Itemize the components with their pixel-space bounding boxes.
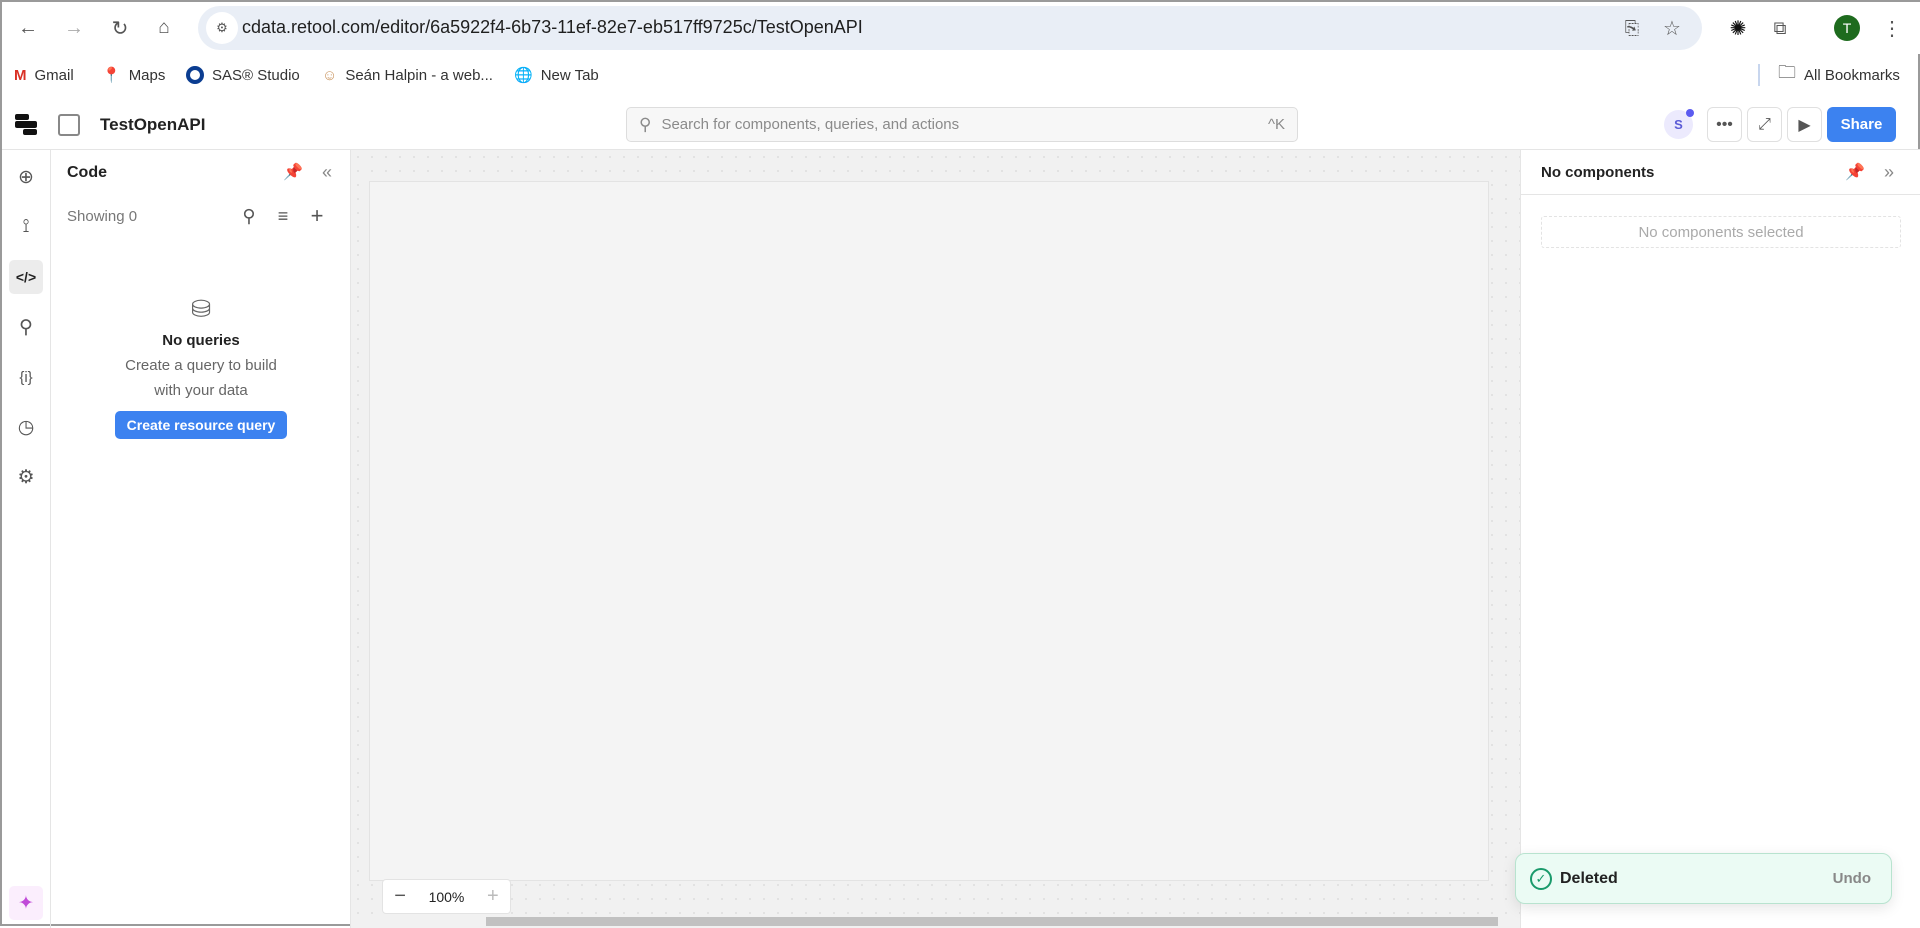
bookmark-gmail[interactable]: MGmail bbox=[14, 64, 74, 86]
empty-text: with your data bbox=[51, 382, 351, 399]
pin-icon[interactable]: 📌 bbox=[1843, 160, 1867, 184]
components-tree-icon[interactable]: ⟟ bbox=[9, 210, 43, 244]
left-rail: ⊕ ⟟ </> ⚲ {i} ◷ ⚙ ✦ bbox=[2, 150, 51, 928]
play-icon: ▶ bbox=[1798, 115, 1810, 135]
bookmark-sas[interactable]: SAS® Studio bbox=[186, 64, 300, 86]
preview-button[interactable]: ▶ bbox=[1787, 107, 1822, 142]
code-panel: Code 📌 « Showing 0 ⚲ ≡ + ⛁ No queries Cr… bbox=[51, 150, 351, 928]
forward-icon[interactable]: → bbox=[60, 14, 88, 42]
app-frame[interactable] bbox=[369, 181, 1489, 881]
assist-sparkle-icon[interactable]: ✦ bbox=[9, 886, 43, 920]
zoom-in-button[interactable]: + bbox=[487, 885, 499, 908]
browser-toolbar: ← → ↻ ⌂ ⚙ cdata.retool.com/editor/6a5922… bbox=[2, 2, 1920, 54]
home-icon[interactable]: ⌂ bbox=[150, 14, 178, 42]
code-icon[interactable]: </> bbox=[9, 260, 43, 294]
create-resource-query-button[interactable]: Create resource query bbox=[115, 411, 288, 439]
url-text[interactable]: cdata.retool.com/editor/6a5922f4-6b73-11… bbox=[242, 17, 863, 38]
site-info-icon[interactable]: ⚙ bbox=[206, 12, 238, 44]
divider bbox=[1758, 64, 1760, 86]
scrollbar-thumb[interactable] bbox=[486, 917, 1498, 926]
divider bbox=[1521, 194, 1920, 195]
empty-selection: No components selected bbox=[1541, 216, 1901, 248]
retool-logo-icon[interactable] bbox=[15, 114, 37, 135]
global-search-input[interactable]: ⚲ Search for components, queries, and ac… bbox=[626, 107, 1298, 142]
search-queries-icon[interactable]: ⚲ bbox=[237, 204, 261, 228]
bookmark-maps[interactable]: 📍Maps bbox=[102, 64, 165, 86]
browser-menu-icon[interactable]: ⋮ bbox=[1882, 14, 1902, 42]
empty-state: ⛁ No queries Create a query to build wit… bbox=[51, 295, 351, 439]
fullscreen-button[interactable]: ⤢ bbox=[1747, 107, 1782, 142]
pin-icon[interactable]: 📌 bbox=[281, 160, 305, 184]
settings-icon[interactable]: ⚙ bbox=[9, 460, 43, 494]
add-component-icon[interactable]: ⊕ bbox=[9, 160, 43, 194]
state-icon[interactable]: {i} bbox=[9, 360, 43, 394]
zoom-level: 100% bbox=[429, 889, 465, 905]
database-icon: ⛁ bbox=[51, 295, 351, 324]
query-count: Showing 0 bbox=[67, 208, 137, 225]
toast-message: Deleted bbox=[1560, 870, 1618, 888]
globe-icon: 🌐 bbox=[514, 66, 533, 84]
search-shortcut: ^K bbox=[1268, 116, 1285, 133]
folder-icon: 🗀 bbox=[1778, 60, 1796, 90]
zoom-out-button[interactable]: − bbox=[394, 885, 406, 908]
extensions-puzzle-icon[interactable]: ⧉ bbox=[1766, 14, 1794, 42]
expand-icon: ⤢ bbox=[1758, 116, 1771, 134]
share-button[interactable]: Share bbox=[1827, 107, 1896, 142]
canvas[interactable]: − 100% + bbox=[351, 150, 1520, 928]
bookmark-new-tab[interactable]: 🌐New Tab bbox=[514, 64, 599, 86]
zoom-control: − 100% + bbox=[382, 879, 511, 914]
panel-title: Code bbox=[67, 164, 107, 182]
app-title[interactable]: TestOpenAPI bbox=[100, 115, 205, 135]
collapse-left-icon[interactable]: « bbox=[315, 160, 339, 184]
clipboard-blocked-icon[interactable]: ⎘ bbox=[1618, 14, 1646, 42]
more-options-button[interactable]: ••• bbox=[1707, 107, 1742, 142]
undo-button[interactable]: Undo bbox=[1833, 870, 1871, 887]
bookmark-sean-halpin[interactable]: ☺Seán Halpin - a web... bbox=[322, 64, 493, 86]
sas-icon bbox=[186, 66, 204, 84]
maps-pin-icon: 📍 bbox=[102, 66, 121, 84]
presence-dot bbox=[1686, 109, 1694, 117]
search-icon[interactable]: ⚲ bbox=[9, 310, 43, 344]
gmail-icon: M bbox=[14, 67, 27, 84]
check-circle-icon: ✓ bbox=[1530, 868, 1552, 890]
inspector-panel: No components 📌 » No components selected bbox=[1520, 150, 1920, 928]
empty-text: Create a query to build bbox=[51, 357, 351, 374]
back-icon[interactable]: ← bbox=[14, 14, 42, 42]
all-bookmarks[interactable]: 🗀All Bookmarks bbox=[1778, 64, 1900, 86]
empty-title: No queries bbox=[51, 332, 351, 349]
panel-title: No components bbox=[1541, 164, 1654, 181]
sidebar-toggle-icon[interactable] bbox=[58, 114, 80, 136]
extension-sun-icon[interactable]: ✺ bbox=[1724, 14, 1752, 42]
filter-icon[interactable]: ≡ bbox=[271, 204, 295, 228]
search-icon: ⚲ bbox=[639, 115, 651, 135]
add-query-icon[interactable]: + bbox=[305, 204, 329, 228]
toast-notification: ✓ Deleted Undo bbox=[1515, 853, 1892, 904]
reload-icon[interactable]: ↻ bbox=[106, 14, 134, 42]
history-icon[interactable]: ◷ bbox=[9, 410, 43, 444]
bookmark-star-icon[interactable]: ☆ bbox=[1658, 14, 1686, 42]
avatar-icon: ☺ bbox=[322, 67, 337, 84]
address-bar[interactable]: ⚙ cdata.retool.com/editor/6a5922f4-6b73-… bbox=[198, 6, 1702, 50]
profile-avatar[interactable]: T bbox=[1834, 15, 1860, 41]
collapse-right-icon[interactable]: » bbox=[1877, 160, 1901, 184]
